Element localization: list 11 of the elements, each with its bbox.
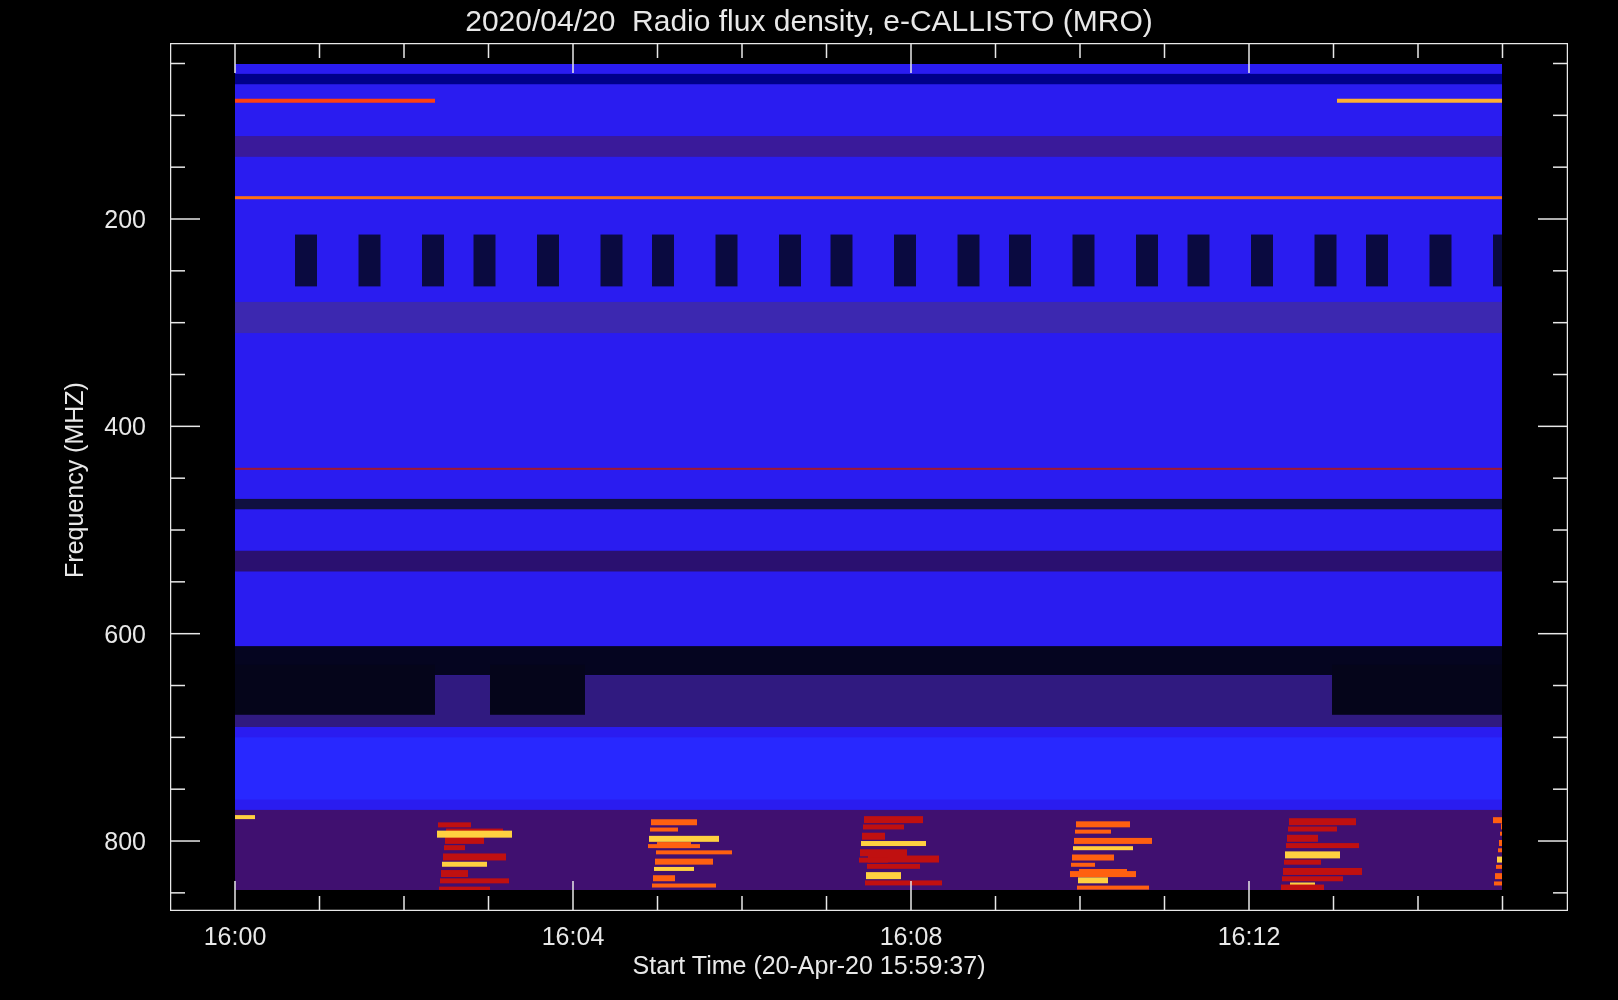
- x-tick-label: 16:00: [202, 922, 268, 950]
- y-tick-label: 200: [103, 205, 146, 233]
- x-axis-label: Start Time (20-Apr-20 15:59:37): [631, 950, 987, 980]
- x-tick-label: 16:12: [1216, 922, 1282, 950]
- x-tick-label: 16:04: [540, 922, 606, 950]
- chart-title: 2020/04/20 Radio flux density, e-CALLISTO (MRO): [464, 3, 1154, 39]
- y-tick-label: 400: [103, 412, 146, 441]
- y-axis-label: Frequency (MHZ): [60, 381, 88, 580]
- y-tick-label: 800: [103, 827, 146, 855]
- y-tick-label: 600: [103, 619, 146, 648]
- x-tick-label: 16:08: [878, 922, 944, 950]
